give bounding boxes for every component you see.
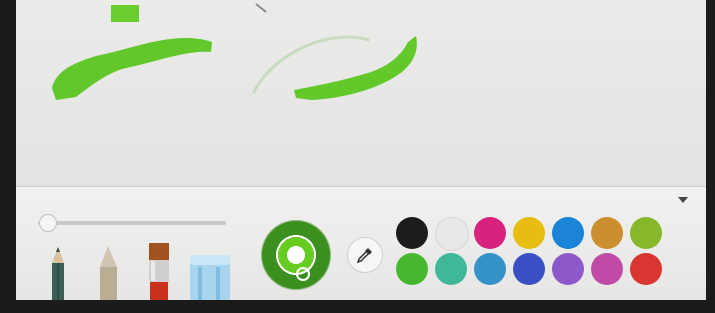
color-swatch-2[interactable] bbox=[435, 217, 469, 251]
brush-size-slider[interactable] bbox=[38, 221, 226, 225]
eyedropper-button[interactable] bbox=[347, 237, 383, 273]
color-swatch-8[interactable] bbox=[396, 253, 428, 285]
eyedropper-icon bbox=[356, 248, 372, 264]
stroke-top bbox=[111, 5, 139, 22]
strokes-layer bbox=[52, 3, 417, 100]
charcoal-icon bbox=[100, 246, 117, 300]
brush-size-slider-thumb[interactable] bbox=[39, 214, 58, 232]
stroke-right bbox=[294, 36, 417, 100]
color-swatch-5[interactable] bbox=[552, 217, 584, 249]
color-swatch-12[interactable] bbox=[552, 253, 584, 285]
eraser-icon bbox=[190, 255, 230, 300]
color-swatch-10[interactable] bbox=[474, 253, 506, 285]
charcoal-tool[interactable] bbox=[89, 241, 129, 300]
paintbrush-tool[interactable] bbox=[139, 241, 179, 300]
color-wheel-handle[interactable] bbox=[296, 267, 310, 281]
paintbrush-icon bbox=[149, 243, 169, 300]
eraser-tool[interactable] bbox=[188, 241, 232, 300]
drawing-canvas[interactable] bbox=[16, 0, 706, 186]
color-swatch-14[interactable] bbox=[630, 253, 662, 285]
color-swatch-4[interactable] bbox=[513, 217, 545, 249]
pencil-icon bbox=[52, 247, 64, 300]
ink-toolbar bbox=[16, 186, 706, 300]
color-swatch-11[interactable] bbox=[513, 253, 545, 285]
color-swatch-1[interactable] bbox=[396, 217, 428, 249]
stray-mark bbox=[255, 3, 267, 13]
color-swatch-7[interactable] bbox=[630, 217, 662, 249]
color-swatch-3[interactable] bbox=[474, 217, 506, 249]
color-swatch-9[interactable] bbox=[435, 253, 467, 285]
app-window bbox=[16, 0, 706, 300]
pencil-tool[interactable] bbox=[38, 241, 78, 300]
color-swatch-13[interactable] bbox=[591, 253, 623, 285]
color-wheel[interactable] bbox=[261, 220, 331, 290]
color-swatch-6[interactable] bbox=[591, 217, 623, 249]
chevron-down-icon[interactable] bbox=[678, 197, 688, 203]
stroke-left bbox=[52, 38, 212, 100]
